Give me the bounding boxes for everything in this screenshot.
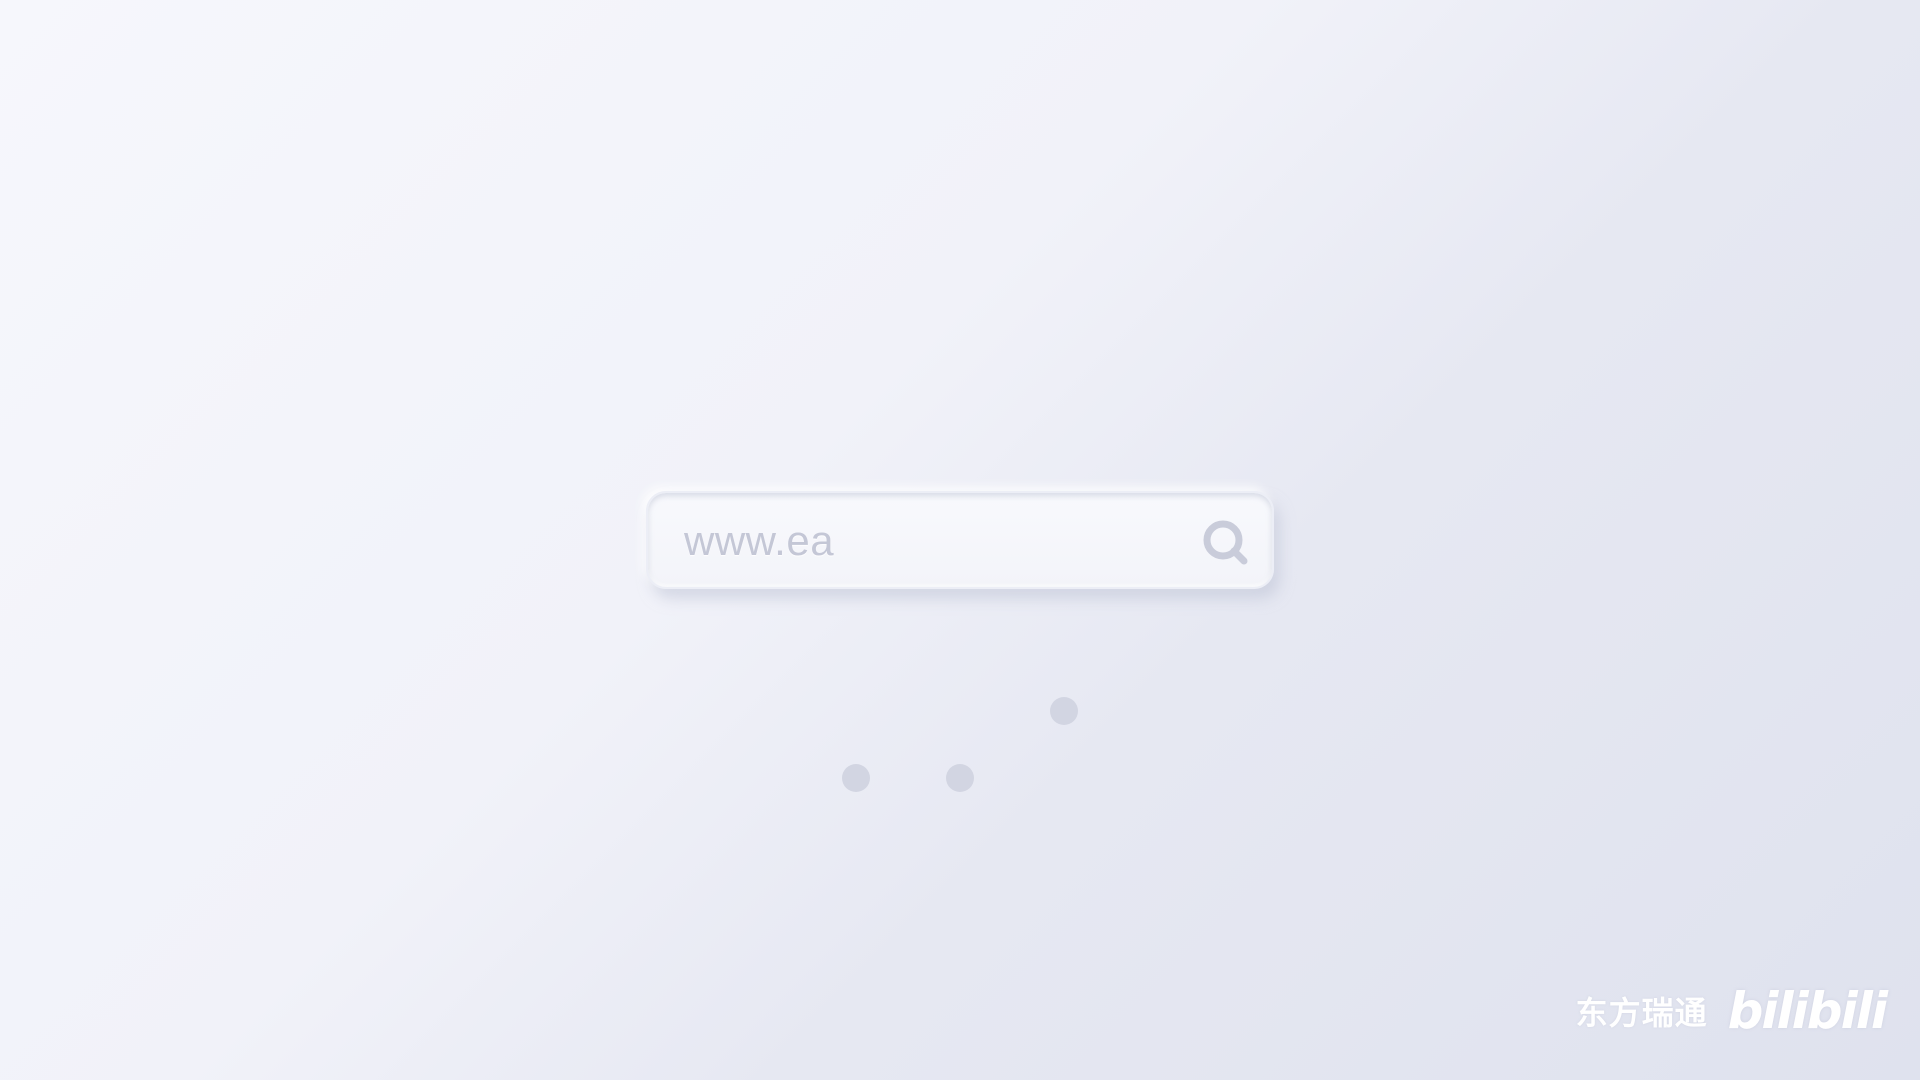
loading-dot (1050, 697, 1078, 725)
search-input[interactable] (684, 513, 1144, 569)
loading-dot (946, 764, 974, 792)
search-bar (646, 491, 1274, 589)
bilibili-logo: bilibili (1727, 982, 1888, 1040)
canvas: 东方瑞通 bilibili (0, 0, 1920, 1080)
loading-dot (842, 764, 870, 792)
watermark-text: 东方瑞通 (1575, 994, 1708, 1032)
search-icon (1203, 520, 1248, 565)
search-button[interactable] (1198, 515, 1252, 569)
watermark: 东方瑞通 bilibili (1575, 982, 1888, 1040)
